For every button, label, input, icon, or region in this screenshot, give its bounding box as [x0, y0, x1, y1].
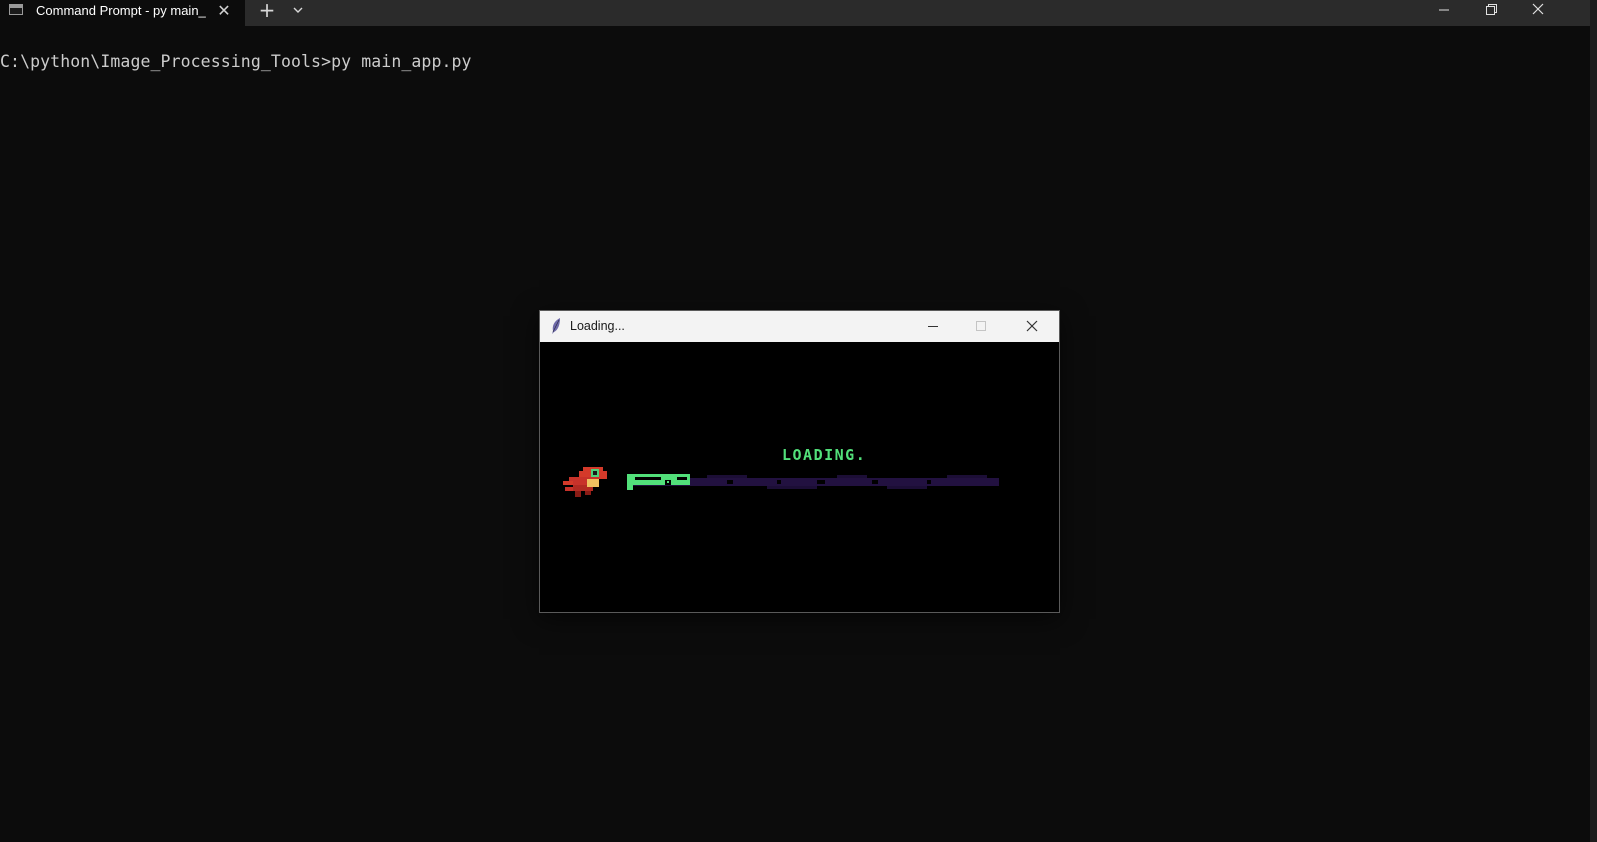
window-minimize-button[interactable]	[1421, 0, 1467, 22]
close-icon	[1026, 320, 1038, 332]
close-icon	[1532, 3, 1544, 15]
terminal-scrollbar[interactable]	[1590, 0, 1597, 842]
tab-close-icon[interactable]: ✕	[214, 1, 234, 21]
dialog-canvas: LOADING.	[540, 342, 1059, 612]
loading-progress-bar	[627, 474, 999, 490]
dialog-minimize-button[interactable]	[910, 311, 956, 342]
tab-dropdown-button[interactable]	[288, 0, 308, 22]
feather-icon	[552, 318, 560, 334]
maximize-icon	[976, 321, 986, 331]
tab-command-prompt[interactable]: Command Prompt - py main_ ✕	[0, 0, 245, 26]
dialog-title: Loading...	[570, 319, 625, 333]
minimize-icon	[928, 326, 938, 327]
window-close-button[interactable]	[1515, 0, 1561, 22]
terminal-tab-bar: Command Prompt - py main_ ✕ +	[0, 0, 1590, 26]
dialog-titlebar[interactable]: Loading...	[540, 311, 1059, 342]
pixel-dinosaur-icon	[563, 467, 607, 497]
restore-icon	[1486, 4, 1497, 15]
terminal-command-line: C:\python\Image_Processing_Tools>py main…	[0, 52, 472, 71]
new-tab-button[interactable]: +	[256, 0, 278, 22]
dialog-maximize-button	[958, 311, 1004, 342]
loading-text: LOADING.	[782, 446, 867, 464]
minimize-icon	[1439, 9, 1449, 11]
dialog-close-button[interactable]	[1006, 311, 1058, 342]
terminal-icon	[9, 4, 23, 15]
tab-title: Command Prompt - py main_	[36, 3, 206, 18]
progress-fill	[627, 474, 691, 490]
loading-dialog: Loading... LOADING.	[539, 310, 1060, 613]
chevron-down-icon	[293, 7, 303, 13]
window-restore-button[interactable]	[1468, 0, 1514, 22]
